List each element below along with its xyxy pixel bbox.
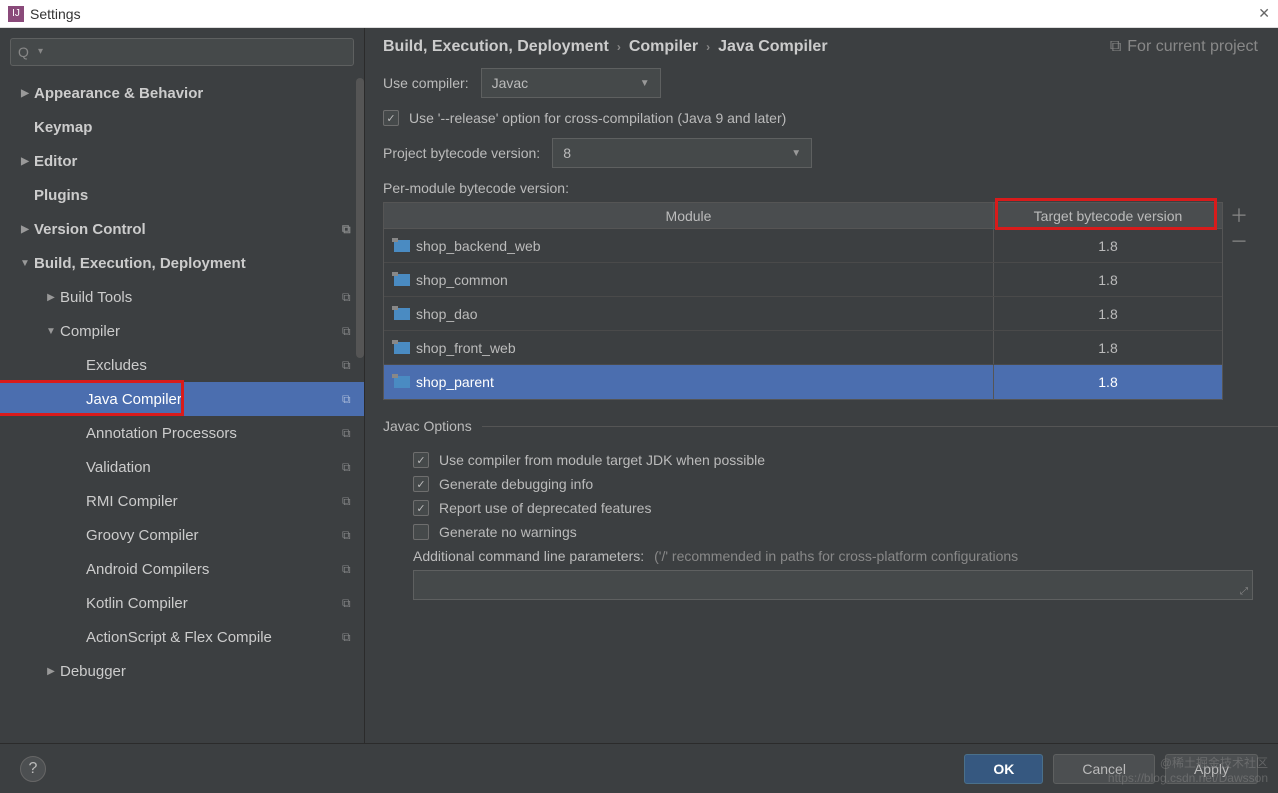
for-current-project: ⧉ For current project: [1110, 38, 1258, 56]
tree-item-actionscript-flex-compile[interactable]: ActionScript & Flex Compile⧉: [0, 620, 364, 654]
tree-arrow-icon: ▼: [18, 258, 32, 269]
copy-icon: ⧉: [342, 460, 356, 474]
footer: ? OK Cancel Apply: [0, 743, 1278, 793]
table-row[interactable]: shop_backend_web1.8: [384, 229, 1222, 263]
th-module: Module: [384, 203, 994, 228]
project-bytecode-dropdown[interactable]: 8 ▼: [552, 138, 812, 168]
use-compiler-label: Use compiler:: [383, 75, 469, 91]
watermark: @稀土掘金技术社区 https://blog.csdn.net/Dawsson: [1108, 756, 1268, 785]
opt-target-jdk-checkbox[interactable]: [413, 452, 429, 468]
chevron-down-icon[interactable]: ▾: [38, 46, 43, 57]
window-title: Settings: [30, 6, 81, 22]
cmdline-hint: ('/' recommended in paths for cross-plat…: [654, 548, 1018, 564]
chevron-right-icon: ›: [617, 40, 621, 54]
scrollbar[interactable]: [356, 78, 364, 358]
table-row[interactable]: shop_common1.8: [384, 263, 1222, 297]
tree-item-annotation-processors[interactable]: Annotation Processors⧉: [0, 416, 364, 450]
breadcrumb: Build, Execution, Deployment › Compiler …: [383, 38, 1278, 68]
copy-icon: ⧉: [342, 596, 356, 610]
settings-tree: ▶Appearance & BehaviorKeymap▶EditorPlugi…: [0, 76, 364, 743]
app-logo-icon: IJ: [8, 6, 24, 22]
chevron-down-icon: ▼: [640, 78, 650, 89]
copy-icon: ⧉: [342, 630, 356, 644]
folder-icon: [394, 274, 410, 286]
copy-icon: ⧉: [342, 528, 356, 542]
copy-icon: ⧉: [342, 358, 356, 372]
cmdline-input[interactable]: ⤢: [413, 570, 1253, 600]
remove-row-button[interactable]: －: [1229, 228, 1249, 248]
breadcrumb-item[interactable]: Build, Execution, Deployment: [383, 38, 609, 56]
release-option-label: Use '--release' option for cross-compila…: [409, 110, 786, 126]
tree-arrow-icon: ▼: [44, 326, 58, 337]
tree-item-build-tools[interactable]: ▶Build Tools⧉: [0, 280, 364, 314]
opt-debug-info-checkbox[interactable]: [413, 476, 429, 492]
tree-item-keymap[interactable]: Keymap: [0, 110, 364, 144]
tree-item-appearance-behavior[interactable]: ▶Appearance & Behavior: [0, 76, 364, 110]
tree-item-version-control[interactable]: ▶Version Control⧉: [0, 212, 364, 246]
ok-button[interactable]: OK: [964, 754, 1043, 784]
copy-icon: ⧉: [342, 222, 356, 236]
tree-item-build-execution-deployment[interactable]: ▼Build, Execution, Deployment: [0, 246, 364, 280]
titlebar: IJ Settings ✕: [0, 0, 1278, 28]
copy-icon: ⧉: [342, 562, 356, 576]
opt-no-warnings-checkbox[interactable]: [413, 524, 429, 540]
copy-icon: ⧉: [342, 324, 356, 338]
tree-arrow-icon: ▶: [44, 292, 58, 303]
chevron-down-icon: ▼: [791, 148, 801, 159]
tree-arrow-icon: ▶: [44, 666, 58, 677]
copy-icon: ⧉: [342, 426, 356, 440]
search-icon: Q: [18, 44, 29, 60]
folder-icon: [394, 308, 410, 320]
use-compiler-dropdown[interactable]: Javac ▼: [481, 68, 661, 98]
tree-item-groovy-compiler[interactable]: Groovy Compiler⧉: [0, 518, 364, 552]
tree-item-editor[interactable]: ▶Editor: [0, 144, 364, 178]
tree-item-debugger[interactable]: ▶Debugger: [0, 654, 364, 688]
tree-arrow-icon: ▶: [18, 88, 32, 99]
opt-deprecated-checkbox[interactable]: [413, 500, 429, 516]
release-option-checkbox[interactable]: [383, 110, 399, 126]
copy-icon: ⧉: [342, 392, 356, 406]
javac-options-group: Javac Options Use compiler from module t…: [383, 418, 1278, 600]
tree-item-plugins[interactable]: Plugins: [0, 178, 364, 212]
th-target: Target bytecode version: [994, 203, 1222, 228]
tree-arrow-icon: ▶: [18, 224, 32, 235]
breadcrumb-item[interactable]: Compiler: [629, 38, 698, 56]
tree-item-android-compilers[interactable]: Android Compilers⧉: [0, 552, 364, 586]
folder-icon: [394, 342, 410, 354]
search-input[interactable]: [10, 38, 354, 66]
table-row[interactable]: shop_front_web1.8: [384, 331, 1222, 365]
search-box: Q ▾: [10, 38, 354, 66]
table-header: Module Target bytecode version: [384, 203, 1222, 229]
cmdline-label: Additional command line parameters:: [413, 548, 644, 564]
tree-item-compiler[interactable]: ▼Compiler⧉: [0, 314, 364, 348]
project-bytecode-label: Project bytecode version:: [383, 145, 540, 161]
module-table: Module Target bytecode version shop_back…: [383, 202, 1223, 400]
copy-icon: ⧉: [342, 290, 356, 304]
table-row[interactable]: shop_parent1.8: [384, 365, 1222, 399]
help-button[interactable]: ?: [20, 756, 46, 782]
copy-icon: ⧉: [1110, 38, 1121, 56]
tree-item-java-compiler[interactable]: Java Compiler⧉: [0, 382, 364, 416]
close-icon[interactable]: ✕: [1258, 5, 1270, 22]
breadcrumb-item[interactable]: Java Compiler: [718, 38, 827, 56]
expand-icon[interactable]: ⤢: [1240, 586, 1248, 597]
javac-options-legend: Javac Options: [383, 418, 482, 434]
tree-item-kotlin-compiler[interactable]: Kotlin Compiler⧉: [0, 586, 364, 620]
sidebar: Q ▾ ▶Appearance & BehaviorKeymap▶EditorP…: [0, 28, 365, 743]
add-row-button[interactable]: ＋: [1229, 202, 1249, 222]
folder-icon: [394, 376, 410, 388]
copy-icon: ⧉: [342, 494, 356, 508]
tree-item-excludes[interactable]: Excludes⧉: [0, 348, 364, 382]
chevron-right-icon: ›: [706, 40, 710, 54]
table-row[interactable]: shop_dao1.8: [384, 297, 1222, 331]
tree-arrow-icon: ▶: [18, 156, 32, 167]
content-pane: Build, Execution, Deployment › Compiler …: [365, 28, 1278, 743]
tree-item-rmi-compiler[interactable]: RMI Compiler⧉: [0, 484, 364, 518]
per-module-label: Per-module bytecode version:: [383, 180, 1278, 196]
tree-item-validation[interactable]: Validation⧉: [0, 450, 364, 484]
folder-icon: [394, 240, 410, 252]
